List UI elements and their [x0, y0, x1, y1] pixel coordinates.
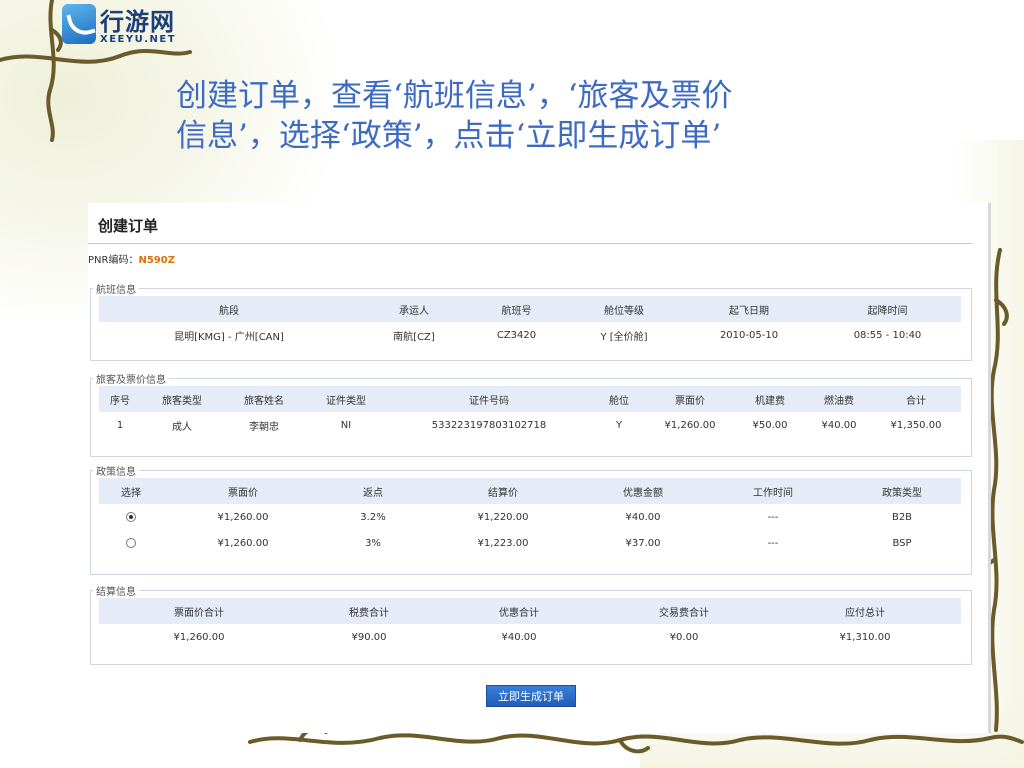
settlement-table: 票面价合计 税费合计 优惠合计 交易费合计 应付总计 ¥1,260.00 ¥90… — [99, 598, 961, 650]
departure-date: 2010-05-10 — [719, 329, 779, 341]
passenger-info-legend: 旅客及票价信息 — [96, 375, 166, 386]
column-header: 票面价 — [647, 386, 733, 412]
working-hours: --- — [767, 511, 779, 523]
flight-info-section: 航班信息 航段 承运人 航班号 舱位等级 起飞日期 起降时间 昆明[KMG] -… — [90, 281, 972, 361]
policy-info-section: 政策信息 选择 票面价 返点 结算价 优惠金额 工作时间 政策类型 ¥1,260… — [90, 463, 972, 575]
airport-fee: ¥50.00 — [752, 419, 788, 431]
table-header-row: 票面价合计 税费合计 优惠合计 交易费合计 应付总计 — [99, 598, 961, 624]
table-row: 1 成人 李朝忠 NI 533223197803102718 Y ¥1,260.… — [99, 412, 961, 438]
policy-info-legend: 政策信息 — [96, 467, 136, 478]
transaction-fee-total: ¥0.00 — [669, 631, 699, 643]
generate-order-button[interactable]: 立即生成订单 — [486, 685, 576, 707]
row-total: ¥1,350.00 — [890, 419, 942, 431]
passenger-table: 序号 旅客类型 旅客姓名 证件类型 证件号码 舱位 票面价 机建费 燃油费 合计… — [99, 386, 961, 438]
face-price: ¥1,260.00 — [217, 537, 269, 549]
settlement-price: ¥1,220.00 — [477, 511, 529, 523]
table-row: 昆明[KMG] - 广州[CAN] 南航[CZ] CZ3420 Y [全价舱] … — [99, 322, 961, 348]
column-header: 证件类型 — [305, 386, 387, 412]
create-order-panel: 创建订单 PNR编码：N590Z 航班信息 航段 承运人 航班号 舱位等级 起飞… — [88, 203, 991, 733]
policy-radio-bsp[interactable] — [126, 537, 136, 548]
column-header: 旅客姓名 — [223, 386, 305, 412]
column-header: 舱位等级 — [564, 296, 684, 322]
passenger-name: 李朝忠 — [249, 421, 279, 433]
flight-segment: 昆明[KMG] - 广州[CAN] — [174, 331, 284, 343]
rebate: 3% — [365, 537, 381, 549]
passenger-info-section: 旅客及票价信息 序号 旅客类型 旅客姓名 证件类型 证件号码 舱位 票面价 机建… — [90, 371, 972, 457]
flight-times: 08:55 - 10:40 — [853, 329, 922, 341]
column-header: 起降时间 — [814, 296, 961, 322]
tax-total: ¥90.00 — [351, 631, 387, 643]
settlement-info-legend: 结算信息 — [96, 587, 136, 598]
pnr-code: PNR编码：N590Z — [88, 251, 175, 266]
column-header: 优惠合计 — [439, 598, 599, 624]
settlement-info-section: 结算信息 票面价合计 税费合计 优惠合计 交易费合计 应付总计 ¥1,260.0… — [90, 583, 972, 665]
column-header: 机建费 — [733, 386, 807, 412]
column-header: 航班号 — [469, 296, 564, 322]
slide-headline: 创建订单，查看‘航班信息’，‘旅客及票价 信息’，选择‘政策’，点击‘立即生成订… — [176, 76, 896, 156]
column-header: 结算价 — [423, 478, 583, 504]
table-header-row: 选择 票面价 返点 结算价 优惠金额 工作时间 政策类型 — [99, 478, 961, 504]
column-header: 承运人 — [359, 296, 469, 322]
passenger-type: 成人 — [172, 421, 192, 433]
column-header: 返点 — [323, 478, 423, 504]
face-price: ¥1,260.00 — [217, 511, 269, 523]
column-header: 合计 — [871, 386, 961, 412]
column-header: 燃油费 — [807, 386, 871, 412]
cabin: Y — [615, 419, 623, 431]
column-header: 票面价合计 — [99, 598, 299, 624]
column-header: 序号 — [99, 386, 141, 412]
headline-line-2: 信息’，选择‘政策’，点击‘立即生成订单’ — [176, 118, 722, 154]
column-header: 应付总计 — [769, 598, 961, 624]
policy-type: B2B — [891, 511, 913, 523]
column-header: 选择 — [99, 478, 163, 504]
id-number: 533223197803102718 — [431, 419, 547, 431]
fuel-surcharge: ¥40.00 — [821, 419, 857, 431]
column-header: 工作时间 — [703, 478, 843, 504]
discount-amount: ¥40.00 — [625, 511, 661, 523]
column-header: 舱位 — [591, 386, 647, 412]
face-price-total: ¥1,260.00 — [173, 631, 225, 643]
headline-line-1: 创建订单，查看‘航班信息’，‘旅客及票价 — [176, 78, 733, 114]
column-header: 旅客类型 — [141, 386, 223, 412]
table-row[interactable]: ¥1,260.00 3% ¥1,223.00 ¥37.00 --- BSP — [99, 530, 961, 556]
table-header-row: 航段 承运人 航班号 舱位等级 起飞日期 起降时间 — [99, 296, 961, 322]
id-type: NI — [340, 419, 352, 431]
column-header: 起飞日期 — [684, 296, 814, 322]
table-header-row: 序号 旅客类型 旅客姓名 证件类型 证件号码 舱位 票面价 机建费 燃油费 合计 — [99, 386, 961, 412]
cabin-class: Y [全价舱] — [600, 331, 648, 343]
discount-amount: ¥37.00 — [625, 537, 661, 549]
column-header: 税费合计 — [299, 598, 439, 624]
logo-domain: XEEYU.NET — [100, 34, 177, 45]
policy-type: BSP — [892, 537, 912, 549]
page-title: 创建订单 — [98, 217, 159, 235]
pnr-label: PNR编码： — [88, 255, 139, 266]
flight-number: CZ3420 — [496, 329, 537, 341]
row-index: 1 — [116, 419, 124, 431]
ticket-price: ¥1,260.00 — [664, 419, 716, 431]
column-header: 政策类型 — [843, 478, 961, 504]
column-header: 交易费合计 — [599, 598, 769, 624]
logo-text: 行游网 — [100, 8, 175, 36]
table-row[interactable]: ¥1,260.00 3.2% ¥1,220.00 ¥40.00 --- B2B — [99, 504, 961, 530]
settlement-price: ¥1,223.00 — [477, 537, 529, 549]
column-header: 航段 — [99, 296, 359, 322]
pnr-value: N590Z — [138, 255, 175, 266]
flight-table: 航段 承运人 航班号 舱位等级 起飞日期 起降时间 昆明[KMG] - 广州[C… — [99, 296, 961, 348]
rebate: 3.2% — [360, 511, 386, 523]
policy-radio-b2b[interactable] — [126, 511, 136, 522]
amount-payable: ¥1,310.00 — [839, 631, 891, 643]
column-header: 优惠金额 — [583, 478, 703, 504]
site-logo[interactable]: 行游网 XEEYU.NET — [62, 4, 184, 46]
flight-info-legend: 航班信息 — [96, 285, 136, 296]
column-header: 票面价 — [163, 478, 323, 504]
carrier: 南航[CZ] — [393, 331, 435, 343]
column-header: 证件号码 — [387, 386, 591, 412]
logo-icon — [62, 4, 96, 44]
policy-table: 选择 票面价 返点 结算价 优惠金额 工作时间 政策类型 ¥1,260.00 3… — [99, 478, 961, 556]
discount-total: ¥40.00 — [501, 631, 537, 643]
title-divider — [88, 243, 972, 244]
working-hours: --- — [767, 537, 779, 549]
table-row: ¥1,260.00 ¥90.00 ¥40.00 ¥0.00 ¥1,310.00 — [99, 624, 961, 650]
